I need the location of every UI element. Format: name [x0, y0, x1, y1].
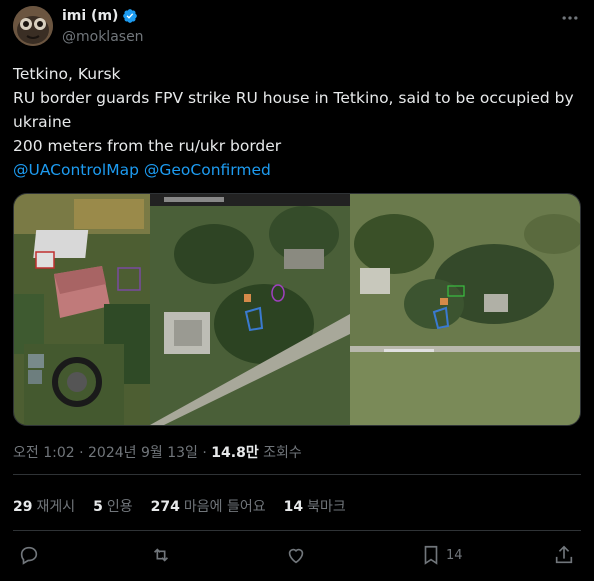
views-count: 14.8만 — [211, 445, 259, 461]
divider — [13, 474, 581, 475]
stat-quotes[interactable]: 5 인용 — [93, 496, 133, 516]
post-meta: 오전 1:02 · 2024년 9월 13일 · 14.8만 조회수 — [13, 442, 302, 462]
post-line-location: Tetkino, Kursk — [13, 65, 121, 83]
like-icon[interactable] — [285, 544, 307, 566]
divider — [13, 530, 581, 531]
views-label: 조회수 — [263, 445, 302, 461]
avatar[interactable] — [13, 6, 53, 46]
bookmark-icon[interactable] — [420, 544, 442, 566]
post: imi (m) @moklasen Tetkino, Kursk RU bord… — [0, 0, 594, 581]
mention-geoconfirmed[interactable]: @GeoConfirmed — [144, 161, 271, 179]
engagement-stats: 29 재게시 5 인용 274 마음에 들어요 14 북마크 — [13, 496, 346, 516]
meta-separator: · — [202, 445, 207, 461]
stat-likes[interactable]: 274 마음에 들어요 — [151, 496, 266, 516]
post-line-distance: 200 meters from the ru/ukr border — [13, 137, 282, 155]
post-line-headline-cont: ukraine — [13, 113, 72, 131]
post-time[interactable]: 오전 1:02 — [13, 445, 75, 461]
retweet-icon[interactable] — [150, 544, 172, 566]
mention-uacontrolmap[interactable]: @UAControlMap — [13, 161, 139, 179]
stat-reposts[interactable]: 29 재게시 — [13, 496, 75, 516]
more-icon[interactable] — [560, 8, 580, 28]
reply-icon[interactable] — [18, 544, 40, 566]
satellite-zoom-panel — [150, 194, 350, 425]
post-mentions: @UAControlMap @GeoConfirmed — [13, 158, 583, 182]
bookmark-count: 14 — [446, 548, 463, 563]
drone-footage-panel — [14, 194, 150, 425]
verified-badge-icon — [123, 9, 138, 23]
post-media[interactable] — [13, 193, 581, 426]
satellite-wide-panel — [350, 194, 580, 425]
author-name[interactable]: imi (m) — [62, 8, 118, 24]
author-name-row[interactable]: imi (m) — [62, 8, 138, 24]
media-image — [14, 194, 580, 425]
author-handle[interactable]: @moklasen — [62, 29, 144, 45]
post-line-headline: RU border guards FPV strike RU house in … — [13, 89, 574, 107]
share-icon[interactable] — [553, 544, 575, 566]
action-bar: 14 — [0, 540, 594, 572]
post-text: Tetkino, Kursk RU border guards FPV stri… — [13, 62, 583, 182]
stat-bookmarks[interactable]: 14 북마크 — [284, 496, 346, 516]
meta-separator: · — [79, 445, 84, 461]
post-date[interactable]: 2024년 9월 13일 — [88, 445, 198, 461]
